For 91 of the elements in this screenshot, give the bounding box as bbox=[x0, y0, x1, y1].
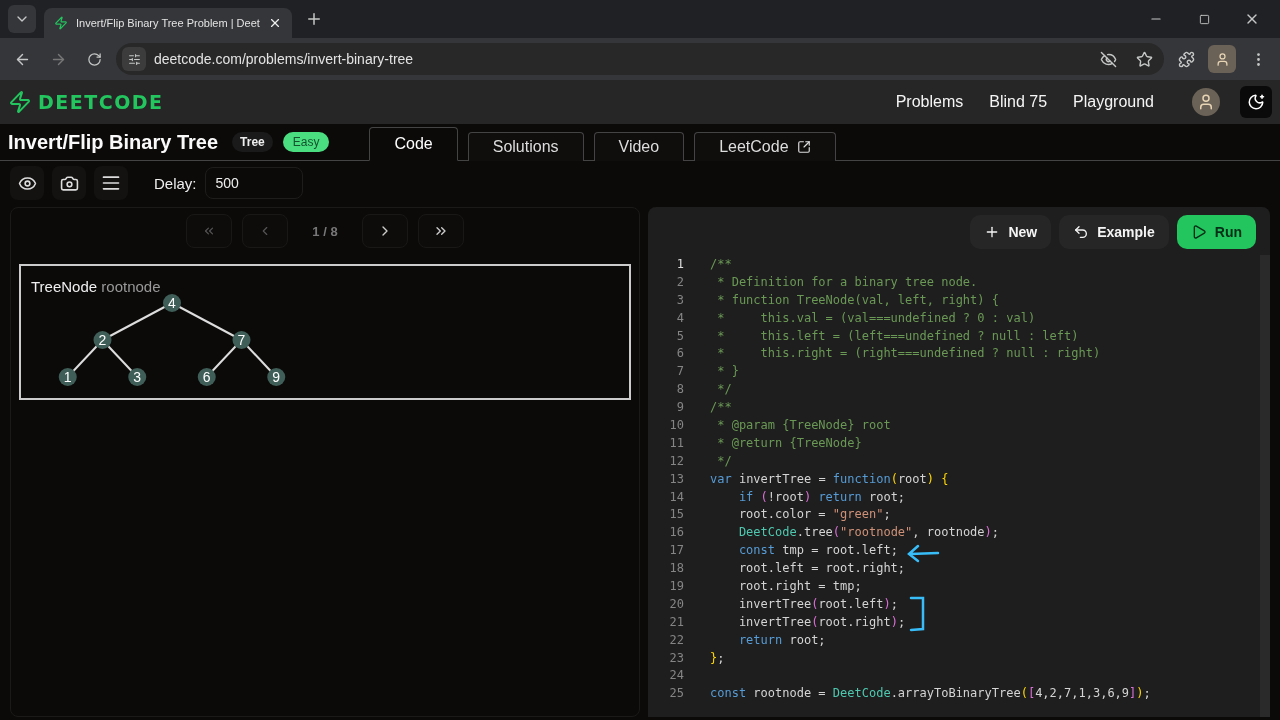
tab[interactable]: LeetCode bbox=[694, 132, 836, 161]
example-button[interactable]: Example bbox=[1059, 215, 1169, 249]
new-button[interactable]: New bbox=[970, 215, 1052, 249]
tree-node: 6 bbox=[197, 368, 216, 386]
line-number: 18 bbox=[668, 561, 685, 576]
code-line: root.color = "green"; bbox=[737, 507, 891, 522]
code-line: const rootnode = DeetCode.arrayToBinaryTree([4,2,7,1,3,6,9]); bbox=[710, 686, 1151, 701]
tree-node: 7 bbox=[232, 331, 251, 349]
code-line: * @return {TreeNode} bbox=[716, 435, 862, 450]
tree-node: 2 bbox=[93, 331, 112, 349]
code-line: * this.left = (left===undefined ? null : left) bbox=[716, 328, 1079, 343]
line-number: 21 bbox=[668, 614, 685, 629]
nav-link[interactable]: Playground bbox=[1073, 93, 1154, 111]
site-logo[interactable]: DEETCODE bbox=[38, 91, 890, 113]
code-line: root.left = root.right; bbox=[737, 561, 906, 576]
code-line: * this.val = (val===undefined ? 0 : val) bbox=[716, 310, 1036, 325]
tree-node: 3 bbox=[128, 368, 147, 386]
line-number: 7 bbox=[675, 364, 685, 379]
line-number: 13 bbox=[668, 471, 685, 486]
code-line: invertTree(root.left); bbox=[737, 596, 898, 611]
code-line: invertTree(root.right); bbox=[737, 614, 906, 629]
code-line: * function TreeNode(val, left, right) { bbox=[716, 292, 999, 307]
tab-title: Invert/Flip Binary Tree Problem | Deet bbox=[76, 17, 260, 29]
topic-tag: Tree bbox=[232, 132, 273, 152]
difficulty-badge: Easy bbox=[282, 132, 330, 152]
camera-icon[interactable] bbox=[52, 166, 86, 200]
line-number: 22 bbox=[668, 632, 685, 647]
tree-node: 9 bbox=[267, 368, 286, 386]
line-number: 4 bbox=[675, 310, 685, 325]
line-number: 2 bbox=[675, 274, 685, 289]
code-line: return root; bbox=[737, 632, 826, 647]
line-number: 6 bbox=[675, 346, 685, 361]
line-number: 24 bbox=[668, 668, 685, 683]
browser-tab[interactable]: Invert/Flip Binary Tree Problem | Deet bbox=[44, 8, 292, 38]
delay-input[interactable]: 500 bbox=[204, 167, 303, 199]
tree-label: TreeNode rootnode bbox=[31, 278, 162, 295]
bolt-icon bbox=[8, 90, 32, 114]
code-line: */ bbox=[716, 382, 732, 397]
problem-title: Invert/Flip Binary Tree bbox=[8, 131, 219, 154]
tab[interactable]: Solutions bbox=[467, 132, 584, 161]
line-number: 15 bbox=[668, 507, 685, 522]
last-step-button[interactable] bbox=[417, 214, 464, 248]
tab-list-icon[interactable] bbox=[8, 5, 36, 33]
site-settings-icon[interactable] bbox=[122, 47, 146, 71]
line-number: 17 bbox=[668, 543, 685, 558]
line-number: 9 bbox=[675, 400, 685, 415]
tree-node: 4 bbox=[163, 294, 181, 312]
line-number: 11 bbox=[668, 435, 685, 450]
step-counter: 1 / 8 bbox=[312, 223, 338, 239]
code-line: }; bbox=[710, 650, 725, 665]
line-number: 10 bbox=[668, 417, 685, 432]
code-line: const tmp = root.left; bbox=[737, 543, 898, 558]
code-line: root.right = tmp; bbox=[737, 578, 862, 593]
nav-link[interactable]: Problems bbox=[895, 93, 964, 111]
arrow-annotation bbox=[906, 543, 940, 563]
line-number: 1 bbox=[675, 256, 685, 271]
code-line: * Definition for a binary tree node. bbox=[716, 274, 978, 289]
profile-icon[interactable] bbox=[1208, 45, 1236, 73]
delay-label: Delay: bbox=[154, 174, 197, 192]
url-text: deetcode.com/problems/invert-binary-tree bbox=[154, 51, 415, 67]
tree-node: 1 bbox=[58, 368, 77, 386]
line-number: 20 bbox=[668, 596, 685, 611]
line-number: 25 bbox=[668, 686, 685, 701]
line-number: 23 bbox=[668, 650, 685, 665]
code-line: var invertTree = function(root) { bbox=[710, 471, 949, 486]
address-bar[interactable]: deetcode.com/problems/invert-binary-tree bbox=[116, 43, 1164, 75]
line-number: 16 bbox=[668, 525, 685, 540]
code-line: DeetCode.tree("rootnode", rootnode); bbox=[737, 525, 1000, 540]
line-number: 14 bbox=[668, 489, 685, 504]
run-button[interactable]: Run bbox=[1176, 215, 1256, 249]
nav-link[interactable]: Blind 75 bbox=[989, 93, 1048, 111]
code-line: * } bbox=[716, 364, 739, 379]
code-line: /** bbox=[710, 400, 732, 415]
eye-icon[interactable] bbox=[10, 166, 44, 200]
line-number: 5 bbox=[675, 328, 685, 343]
tab[interactable]: Video bbox=[593, 132, 685, 161]
tab[interactable]: Code bbox=[369, 127, 458, 161]
line-number: 8 bbox=[675, 382, 685, 397]
code-line: * @param {TreeNode} root bbox=[716, 417, 891, 432]
line-number: 3 bbox=[675, 292, 685, 307]
code-line: if (!root) return root; bbox=[737, 489, 906, 504]
line-number: 12 bbox=[668, 453, 685, 468]
avatar-icon[interactable] bbox=[1192, 88, 1220, 116]
code-line: /** bbox=[710, 256, 732, 271]
bolt-icon bbox=[54, 16, 68, 30]
code-line: */ bbox=[716, 453, 732, 468]
list-icon[interactable] bbox=[94, 166, 128, 200]
undo-icon bbox=[1073, 224, 1090, 240]
line-number: 19 bbox=[668, 578, 685, 593]
moon-icon[interactable] bbox=[1240, 86, 1272, 118]
code-line: * this.right = (right===undefined ? null : right) bbox=[716, 346, 1101, 361]
